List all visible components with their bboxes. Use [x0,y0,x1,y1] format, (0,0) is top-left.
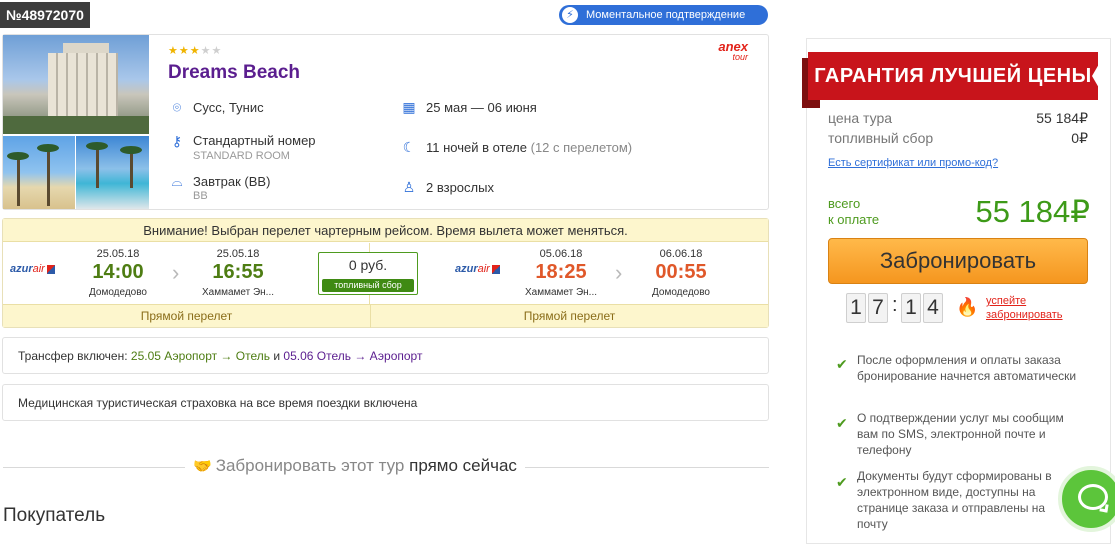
instant-confirmation-badge: ⚡ Моментальное подтверждение [559,5,768,25]
book-now-heading: 🤝 Забронировать этот тур прямо сейчас [185,456,525,476]
transfer-info: Трансфер включен: 25.05 Аэропорт → Отель… [2,337,769,374]
fuel-surcharge-box: 0 руб. топливный сбор [318,252,418,295]
direct-flight-inbound: Прямой перелет [370,305,768,328]
check-icon: ✔ [836,474,848,490]
hotel-photo-main[interactable] [3,35,149,134]
location-pin-icon: ⌾ [172,99,182,115]
total-price: 55 184₽ [975,194,1090,229]
inbound-dep-date: 05.06.18 [539,248,583,260]
book-button[interactable]: Забронировать [828,238,1088,284]
timer-digit: 1 [846,293,866,323]
charter-warning: Внимание! Выбран перелет чартерным рейсо… [3,219,768,242]
timer-separator: : [892,294,898,316]
direct-flight-outbound: Прямой перелет [140,309,233,323]
moon-icon: ☾ [402,139,416,155]
outbound-arr-time: 16:55 [212,261,264,283]
inbound-arr-place: Домодедово [652,287,710,298]
star-empty-icon: ★★ [200,45,223,57]
timer-digit: 4 [923,293,943,323]
promo-code-link[interactable]: Есть сертификат или промо-код? [828,157,998,169]
operator-logo: anex tour [718,39,748,62]
fuel-surcharge-value: 0 руб. [348,257,388,273]
fuel-price-label: топливный сбор [828,130,934,146]
inbound-arr-date: 06.06.18 [659,248,703,260]
hotel-location: Сусс, Тунис [193,100,264,115]
fuel-price-value: 0₽ [1071,130,1088,146]
tour-price-label: цена тура [828,110,893,126]
meal-cloche-icon: ⌓ [171,173,183,189]
airline-logo-outbound: azurair [10,263,55,275]
insurance-info: Медицинская туристическая страховка на в… [2,384,769,421]
flame-icon: 🔥 [956,297,979,317]
tour-price-value: 55 184₽ [1036,110,1088,126]
instant-confirmation-label: Моментальное подтверждение [586,9,746,21]
nights-count: 11 ночей в отеле (12 с перелетом) [426,140,633,155]
tour-dates: 25 мая — 06 июня [426,100,537,115]
star-filled-icon: ★★★ [168,45,201,57]
info-note-2: О подтверждении услуг мы сообщим вам по … [857,411,1064,457]
outbound-arr-place: Хаммамет Эн... [201,287,275,298]
info-note-1: После оформления и оплаты заказа брониро… [857,353,1077,383]
airline-logo-inbound: azurair [455,263,500,275]
guests-count: 2 взрослых [426,180,494,195]
chevron-right-icon: › [615,260,623,285]
total-label: всего к оплате [828,196,880,227]
person-icon: ♙ [402,179,416,195]
lightning-icon: ⚡ [562,7,578,23]
chat-button[interactable] [1058,466,1115,532]
inbound-arr-time: 00:55 [655,261,707,283]
inbound-dep-place: Хаммамет Эн... [524,287,598,298]
room-key-icon: ⚷ [171,133,183,149]
hotel-name[interactable]: Dreams Beach [168,62,300,84]
fuel-surcharge-label: топливный сбор [322,279,414,292]
meal-plan-code: BB [193,190,208,202]
timer-digit: 7 [868,293,888,323]
best-price-ribbon: ГАРАНТИЯ ЛУЧШЕЙ ЦЕНЫ [802,52,1106,108]
hotel-photo-pool[interactable] [76,136,149,209]
outbound-dep-place: Домодедово [89,287,147,298]
inbound-dep-time: 18:25 [535,261,587,283]
handshake-icon: 🤝 [193,458,212,475]
outbound-arr-date: 25.05.18 [216,248,260,260]
check-icon: ✔ [836,415,848,431]
outbound-dep-date: 25.05.18 [96,248,140,260]
buyer-heading: Покупатель [3,505,106,526]
info-note-3: Документы будут сформированы в электронн… [857,469,1052,531]
room-type-code: STANDARD ROOM [193,150,290,162]
timer-digit: 1 [901,293,921,323]
order-number: №48972070 [0,2,90,28]
direct-flight-row: Прямой перелет Прямой перелет [3,304,768,328]
hurry-link[interactable]: успейте забронировать [986,294,1063,322]
calendar-icon: ▦ [402,99,416,115]
check-icon: ✔ [836,356,848,372]
hotel-stars: ★★★★★ [168,44,222,57]
meal-plan: Завтрак (BB) [193,174,271,189]
hotel-photo-beach[interactable] [3,136,75,209]
outbound-dep-time: 14:00 [92,261,144,283]
room-type: Стандартный номер [193,133,316,148]
chevron-right-icon: › [172,260,180,285]
